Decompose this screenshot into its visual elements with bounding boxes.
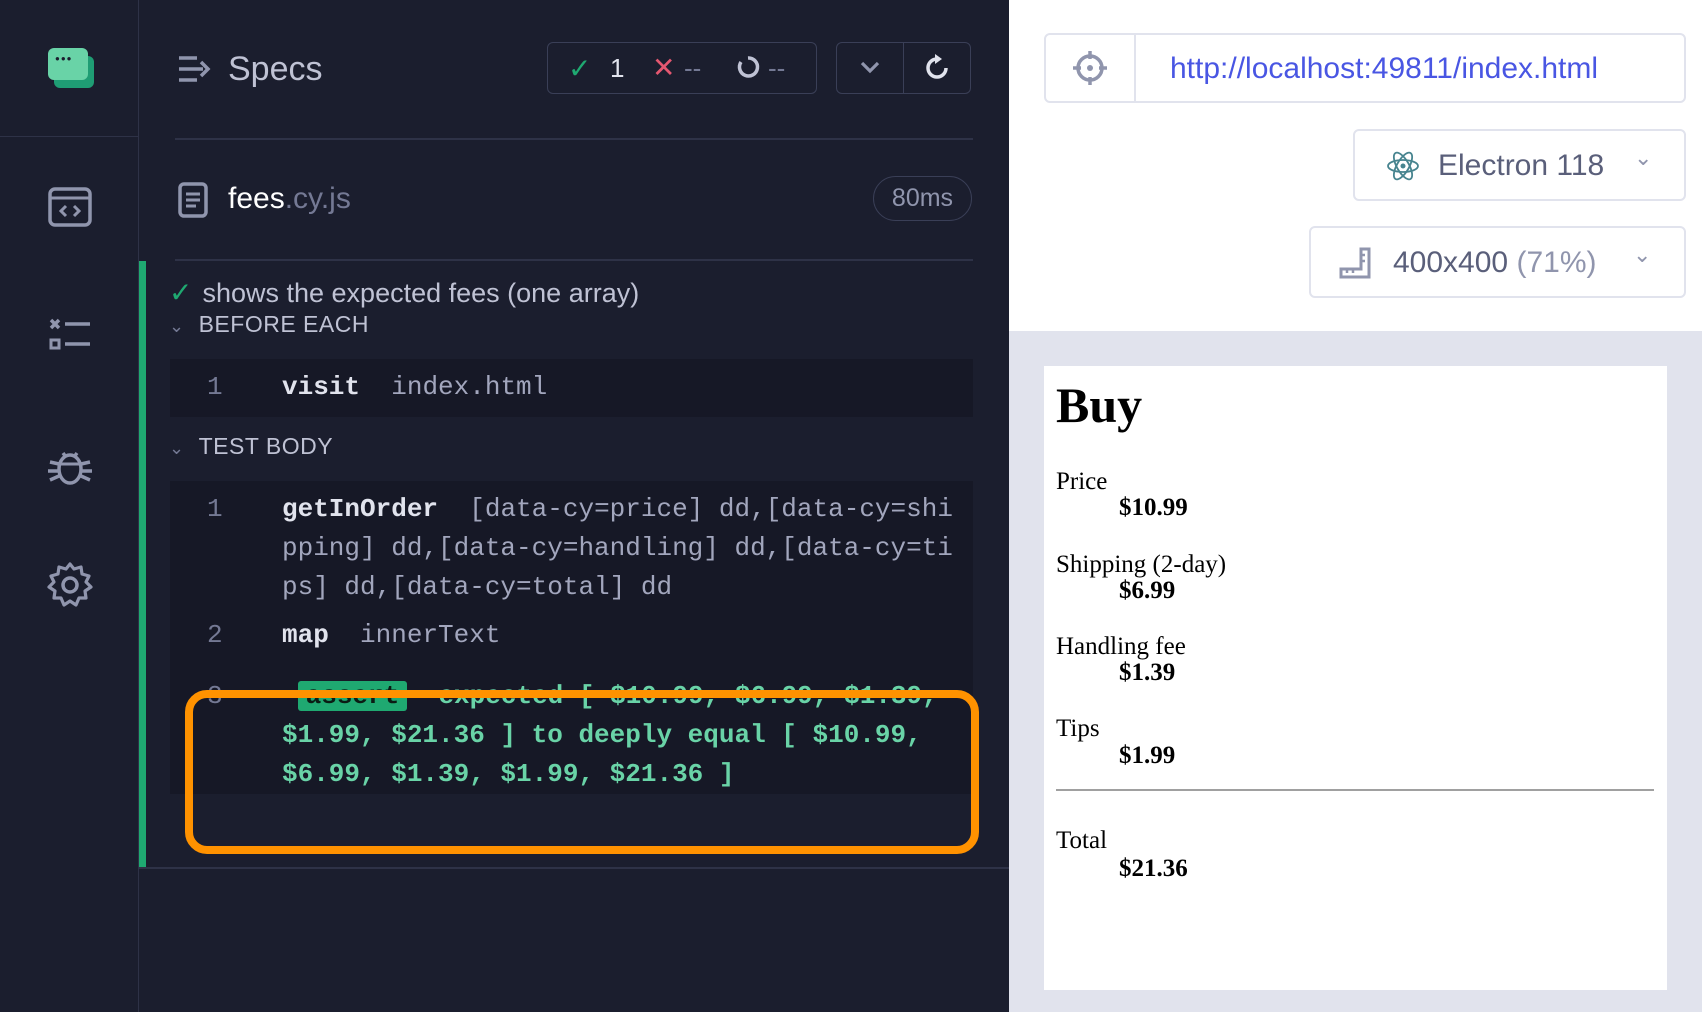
- browser-label: Electron 118: [1438, 149, 1605, 182]
- aut-viewport: Buy Price $10.99 Shipping (2-day) $6.99 …: [1009, 331, 1702, 1012]
- fee-label-tips: Tips: [1056, 715, 1100, 742]
- command-list: 1 visit index.html: [170, 359, 973, 417]
- spec-file-base: fees: [228, 182, 285, 215]
- check-icon: ✓: [169, 277, 193, 308]
- cypress-logo-icon[interactable]: ●●●: [48, 48, 94, 88]
- passed-count: 1: [610, 53, 625, 83]
- viewport-dropdown[interactable]: 400x400 (71%) ⌄: [1309, 226, 1686, 298]
- specs-title[interactable]: Specs: [228, 50, 323, 89]
- file-icon: [178, 182, 208, 223]
- fee-label-total: Total: [1056, 827, 1108, 854]
- electron-icon: [1387, 151, 1419, 181]
- runs-icon[interactable]: [45, 312, 95, 362]
- divider: [139, 867, 1009, 869]
- check-icon: ✓: [568, 53, 592, 84]
- debug-icon[interactable]: [45, 440, 95, 490]
- command-number: 1: [207, 494, 223, 524]
- viewport-scale: (71%): [1516, 246, 1597, 279]
- test-title-text: shows the expected fees (one array): [202, 278, 640, 308]
- url-bar: http://localhost:49811/index.html: [1044, 33, 1686, 103]
- aut-panel: http://localhost:49811/index.html Electr…: [1009, 0, 1702, 1012]
- fee-value-handling: $1.39: [1119, 659, 1176, 686]
- pending-count: --: [768, 53, 786, 83]
- target-icon: [1073, 51, 1107, 85]
- spec-duration: 80ms: [873, 176, 972, 221]
- refresh-icon: [926, 54, 948, 79]
- reporter-header: Specs ✓ 1 ✕ -- --: [139, 0, 1009, 140]
- ruler-icon: [1339, 247, 1371, 279]
- browser-dropdown[interactable]: Electron 118 ⌄: [1353, 129, 1686, 201]
- specs-icon[interactable]: [45, 182, 95, 232]
- test-title[interactable]: ✓ shows the expected fees (one array): [169, 276, 639, 309]
- command-arg: innerText: [360, 620, 501, 650]
- command-number: 2: [207, 620, 223, 650]
- hook-label: BEFORE EACH: [198, 311, 369, 337]
- url-text[interactable]: http://localhost:49811/index.html: [1170, 52, 1598, 86]
- chevron-down-icon: ⌄: [1633, 242, 1652, 267]
- failed-count: --: [684, 53, 702, 83]
- fee-value-total: $21.36: [1119, 855, 1188, 882]
- selector-playground-button[interactable]: [1046, 35, 1136, 101]
- test-stats: ✓ 1 ✕ -- --: [547, 42, 817, 94]
- command-arg: index.html: [391, 372, 548, 402]
- spec-file-name[interactable]: fees.cy.js: [228, 182, 351, 216]
- command-name: visit: [282, 372, 361, 402]
- viewport-size: 400x400: [1393, 246, 1509, 279]
- chevron-down-icon: ⌄: [169, 438, 185, 458]
- test-status-bar: [139, 261, 146, 869]
- fee-label-handling: Handling fee: [1056, 633, 1186, 660]
- fee-value-tips: $1.99: [1119, 742, 1176, 769]
- x-icon: ✕: [652, 52, 676, 83]
- fee-label-price: Price: [1056, 468, 1108, 495]
- chevron-down-icon: ⌄: [1634, 145, 1653, 170]
- assertion-highlight: [185, 690, 979, 854]
- chevron-down-icon: [860, 61, 880, 74]
- total-divider: [1056, 789, 1654, 791]
- divider: [175, 259, 973, 261]
- fee-value-price: $10.99: [1119, 494, 1188, 521]
- hook-test-body[interactable]: ⌄ TEST BODY: [169, 433, 333, 460]
- rerun-button[interactable]: [903, 42, 971, 94]
- expand-collapse-button[interactable]: [836, 42, 904, 94]
- settings-icon[interactable]: [45, 560, 95, 610]
- hook-label: TEST BODY: [198, 433, 334, 459]
- fee-label-shipping: Shipping (2-day): [1056, 551, 1227, 578]
- side-navigation: ●●●: [0, 0, 139, 1012]
- pending-icon: [736, 55, 760, 86]
- command-number: 1: [207, 372, 223, 402]
- logo-area: ●●●: [0, 0, 138, 137]
- divider: [175, 138, 973, 140]
- fee-value-shipping: $6.99: [1119, 577, 1176, 604]
- hook-before-each[interactable]: ⌄ BEFORE EACH: [169, 311, 369, 338]
- page-heading: Buy: [1056, 377, 1143, 433]
- specs-list-icon[interactable]: [177, 54, 211, 89]
- command-name: getInOrder: [282, 494, 439, 524]
- reporter-panel: Specs ✓ 1 ✕ -- -- fees.cy.js 80ms ✓ shows…: [139, 0, 1009, 1012]
- spec-file-ext: .cy.js: [284, 182, 351, 215]
- command-name: map: [282, 620, 329, 650]
- app-under-test: Buy Price $10.99 Shipping (2-day) $6.99 …: [1044, 366, 1667, 990]
- chevron-down-icon: ⌄: [169, 316, 185, 336]
